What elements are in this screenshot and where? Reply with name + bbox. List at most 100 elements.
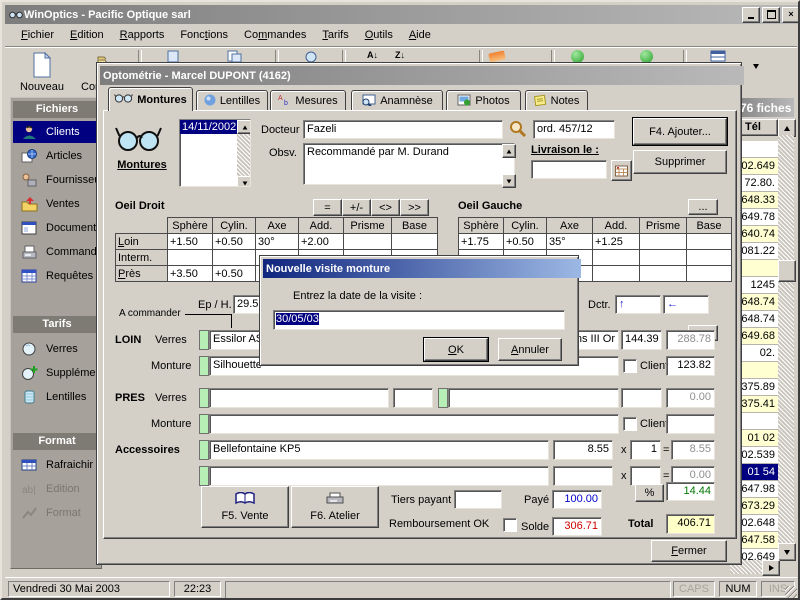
- accessoire2-qty-field[interactable]: [630, 466, 661, 486]
- og-pres-prisme-cell[interactable]: [640, 266, 687, 282]
- docteur-field[interactable]: Fazeli: [303, 120, 503, 139]
- obsv-field[interactable]: Recommandé par M. Durand: [303, 143, 515, 185]
- menu-aide[interactable]: Aide: [401, 26, 439, 44]
- od-loin-sphere-cell[interactable]: +1.50: [168, 234, 213, 250]
- toolbar-overflow-chevron-icon[interactable]: [753, 64, 759, 69]
- pres-verre2-field[interactable]: [448, 388, 619, 408]
- pres-monture-field[interactable]: [209, 414, 619, 434]
- og-pres-base-cell[interactable]: [687, 266, 732, 282]
- og-pres-add-cell[interactable]: [593, 266, 640, 282]
- og-loin-base-cell[interactable]: [687, 234, 732, 250]
- equal-button[interactable]: =: [313, 199, 342, 216]
- od-interm-sphere-cell[interactable]: [168, 250, 213, 266]
- sidebar-item-verres[interactable]: Verres: [13, 338, 101, 360]
- od-loin-add-cell[interactable]: +2.00: [299, 234, 344, 250]
- tiers-payant-field[interactable]: [454, 490, 502, 509]
- sidebar-item-articles[interactable]: Articles: [13, 145, 101, 167]
- optometrie-titlebar[interactable]: Optométrie - Marcel DUPONT (4162): [100, 66, 744, 85]
- visit-date-list[interactable]: 14/11/2002: [179, 119, 251, 187]
- loin-client-checkbox[interactable]: [623, 359, 637, 373]
- visit-list-scrollbar[interactable]: [237, 120, 250, 186]
- menu-rapports[interactable]: Rapports: [112, 26, 173, 44]
- client-scrollbar-down-button[interactable]: [778, 543, 796, 561]
- dctr-up-field[interactable]: ↑: [615, 295, 661, 314]
- og-loin-add-cell[interactable]: +1.25: [593, 234, 640, 250]
- obsv-scrollbar[interactable]: [502, 144, 515, 184]
- annuler-button[interactable]: Annuler: [498, 338, 562, 361]
- sort-desc-icon[interactable]: Z↓: [395, 50, 405, 60]
- og-interm-prisme-cell[interactable]: [640, 250, 687, 266]
- ordonnance-field[interactable]: ord. 457/12: [533, 120, 615, 139]
- tab-anamnese[interactable]: Anamnèse: [351, 90, 443, 111]
- main-titlebar[interactable]: WinOptics - Pacific Optique sarl ×: [5, 5, 800, 24]
- sidebar-item-ventes[interactable]: Ventes: [13, 193, 101, 215]
- pres-verre1-order-marker[interactable]: [199, 388, 209, 408]
- accessoire2-order-marker[interactable]: [199, 466, 209, 486]
- od-loin-cylin-cell[interactable]: +0.50: [213, 234, 256, 250]
- obsv-scroll-down-button[interactable]: [502, 174, 516, 188]
- remboursement-checkbox[interactable]: [503, 518, 517, 532]
- sidebar-item-commandes[interactable]: Commandes: [13, 241, 101, 263]
- eraser-icon[interactable]: [488, 50, 506, 62]
- od-loin-axe-cell[interactable]: 30°: [256, 234, 299, 250]
- client-scrollbar-thumb[interactable]: [778, 260, 796, 282]
- paye-field[interactable]: 100.00: [552, 490, 602, 509]
- od-loin-base-cell[interactable]: [392, 234, 438, 250]
- maximize-button[interactable]: [762, 7, 780, 23]
- og-loin-axe-cell[interactable]: 35°: [547, 234, 593, 250]
- sidebar-item-rafraichir[interactable]: Rafraichir: [13, 454, 101, 476]
- copy-right-button[interactable]: >>: [400, 199, 429, 216]
- loin-verre-price-field[interactable]: 144.39: [621, 330, 662, 350]
- og-interm-base-cell[interactable]: [687, 250, 732, 266]
- percent-button[interactable]: %: [635, 484, 664, 502]
- sidebar-item-clients[interactable]: Clients: [13, 121, 101, 143]
- f5-vente-button[interactable]: F5. Vente: [201, 486, 289, 528]
- search-docteur-icon[interactable]: [509, 120, 526, 140]
- sidebar-item-fournisseurs[interactable]: Fournisseurs: [13, 169, 101, 191]
- sidebar-item-requetes[interactable]: Requêtes: [13, 265, 101, 287]
- pres-verre1-field[interactable]: [209, 388, 389, 408]
- sidebar-item-supplements[interactable]: Suppléments: [13, 362, 101, 384]
- og-interm-add-cell[interactable]: [593, 250, 640, 266]
- accessoire1-name-field[interactable]: Bellefontaine KP5: [209, 440, 549, 460]
- accessoire1-price-field[interactable]: 8.55: [553, 440, 613, 460]
- obsv-scroll-up-button[interactable]: [502, 144, 516, 158]
- og-loin-cylin-cell[interactable]: +0.50: [504, 234, 547, 250]
- dctr-left-field[interactable]: ←: [663, 295, 709, 314]
- pres-client-checkbox[interactable]: [623, 417, 637, 431]
- pres-monture-price-field[interactable]: [666, 414, 715, 434]
- client-scrollbar-track[interactable]: [778, 135, 794, 543]
- accessoire2-price-field[interactable]: [553, 466, 613, 486]
- client-hscrollbar-right-button[interactable]: [762, 560, 780, 576]
- calendar-button[interactable]: [611, 160, 632, 181]
- od-loin-prisme-cell[interactable]: [344, 234, 392, 250]
- sort-asc-icon[interactable]: A↓: [367, 50, 378, 60]
- tab-notes[interactable]: Notes: [525, 90, 588, 111]
- menu-fonctions[interactable]: Fonctions: [172, 26, 236, 44]
- og-loin-sphere-cell[interactable]: +1.75: [459, 234, 504, 250]
- visit-date-input[interactable]: 30/05/03: [273, 310, 565, 330]
- pres-verre-price-field[interactable]: [621, 388, 662, 408]
- accessoire2-name-field[interactable]: [209, 466, 549, 486]
- transpose-button[interactable]: <>: [371, 199, 400, 216]
- fermer-button[interactable]: Fermer: [651, 540, 727, 562]
- pres-monture-order-marker[interactable]: [199, 414, 209, 434]
- f6-atelier-button[interactable]: F6. Atelier: [291, 486, 379, 528]
- pres-verre1-price-field[interactable]: [393, 388, 433, 408]
- od-interm-cylin-cell[interactable]: [213, 250, 256, 266]
- loin-monture-order-marker[interactable]: [199, 356, 209, 376]
- tab-photos[interactable]: Photos: [446, 90, 521, 111]
- plus-minus-button[interactable]: +/-: [342, 199, 371, 216]
- menu-fichier[interactable]: Fichier: [13, 26, 62, 44]
- visit-list-scroll-up-button[interactable]: [237, 120, 251, 134]
- visit-list-scroll-down-button[interactable]: [237, 176, 251, 187]
- sidebar-item-lentilles[interactable]: Lentilles: [13, 386, 101, 408]
- close-button[interactable]: ×: [782, 7, 800, 23]
- menu-commandes[interactable]: Commandes: [236, 26, 314, 44]
- accessoire1-qty-field[interactable]: 1: [630, 440, 661, 460]
- supprimer-button[interactable]: Supprimer: [633, 150, 727, 174]
- loin-verre1-order-marker[interactable]: [199, 330, 209, 350]
- tab-mesures[interactable]: Ab Mesures: [270, 90, 346, 111]
- resize-grip[interactable]: [785, 586, 797, 598]
- f4-ajouter-button[interactable]: F4. Ajouter...: [633, 118, 727, 145]
